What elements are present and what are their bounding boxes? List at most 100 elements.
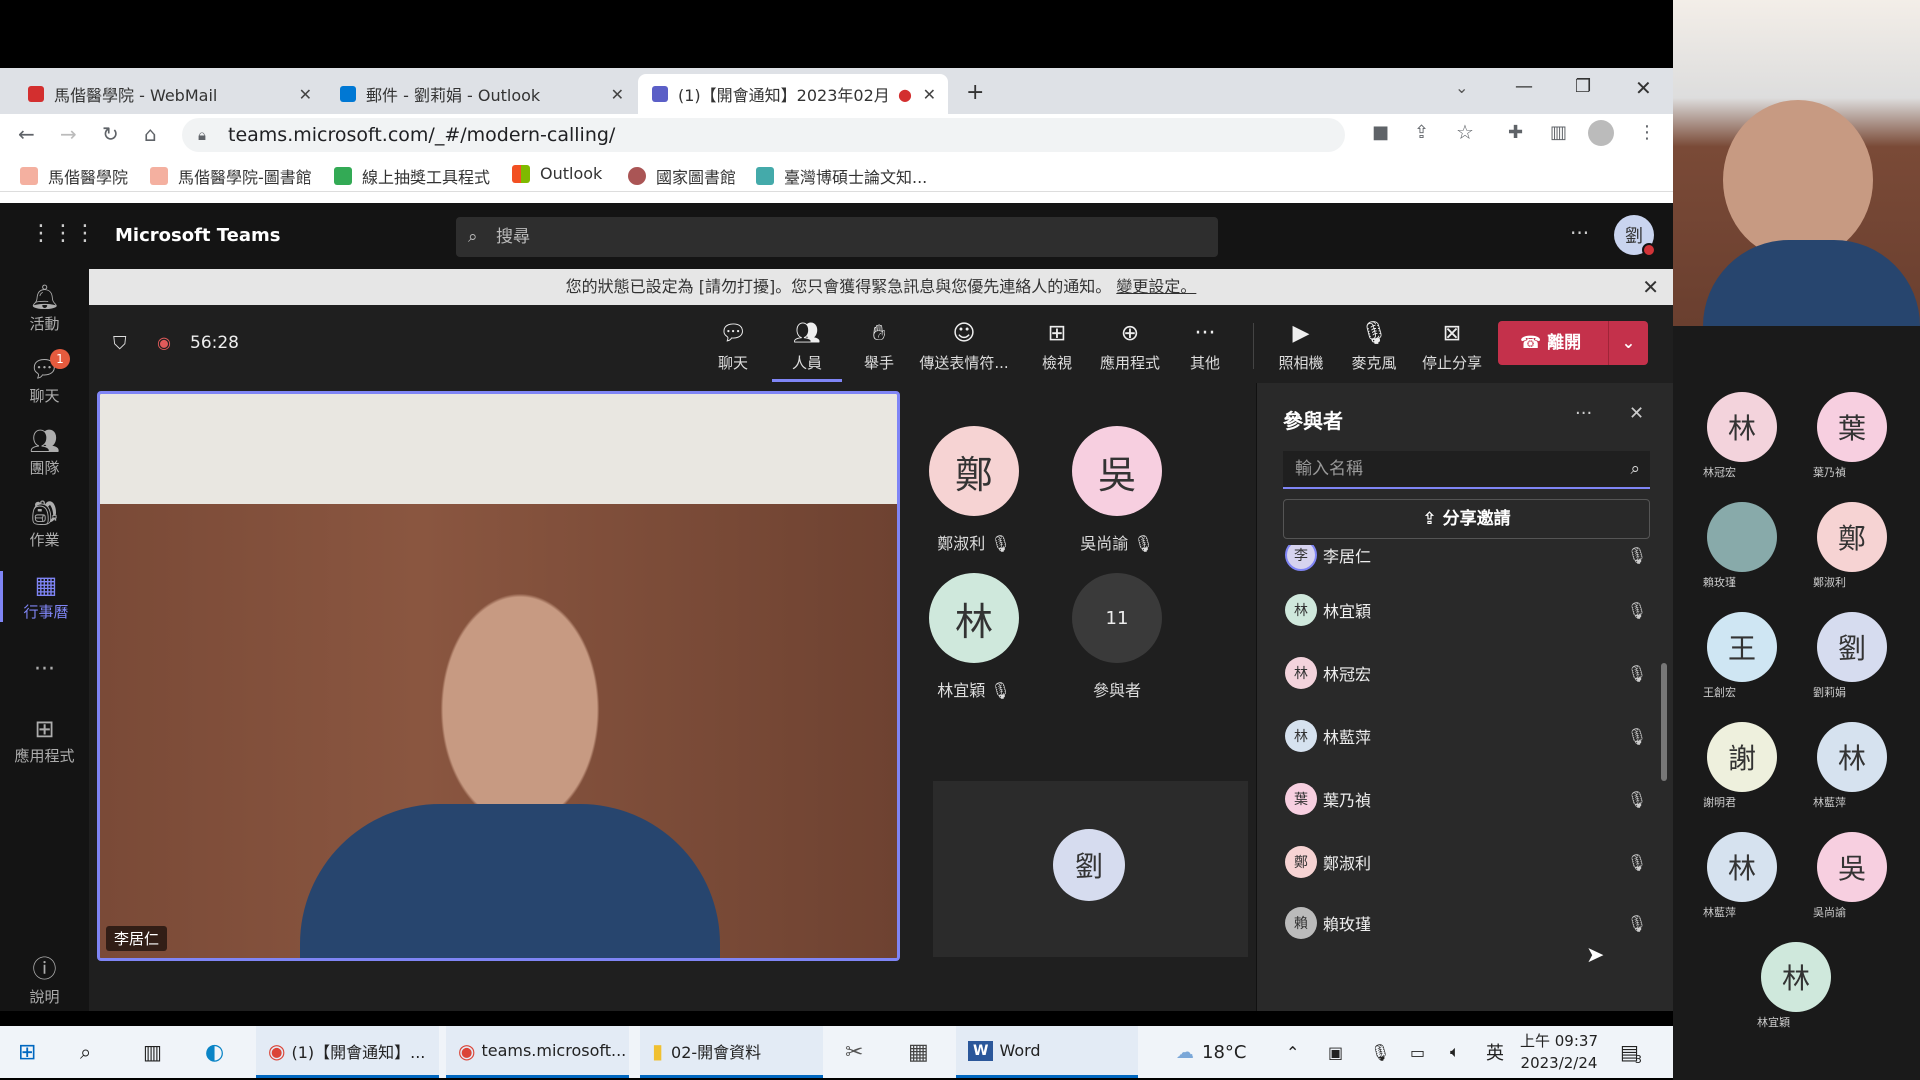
gallery-avatar[interactable]: 林: [1761, 942, 1831, 1012]
chat-button[interactable]: 💬︎ 聊天: [698, 321, 768, 373]
tab-teams-meeting[interactable]: (1)【開會通知】2023年02月 ● ✕: [638, 74, 948, 114]
raise-hand-button[interactable]: ✋︎ 舉手: [844, 321, 914, 373]
panel-more-icon[interactable]: ···: [1575, 403, 1592, 424]
weather[interactable]: ☁︎ 18°C: [1176, 1026, 1246, 1078]
close-icon[interactable]: ✕: [299, 85, 312, 104]
self-video[interactable]: [1673, 0, 1920, 326]
share-icon[interactable]: ⇪: [1414, 122, 1429, 143]
rail-apps[interactable]: ⊞ 應用程式: [0, 715, 89, 766]
new-tab-icon[interactable]: +: [966, 80, 984, 105]
rail-assignments[interactable]: 🎒︎ 作業: [0, 499, 89, 550]
leave-button[interactable]: ☎︎ 離開 ⌄: [1498, 321, 1648, 365]
close-icon[interactable]: ✕: [611, 85, 624, 104]
reload-icon[interactable]: ↻: [102, 122, 119, 146]
ime-indicator[interactable]: 英: [1486, 1026, 1504, 1078]
start-icon[interactable]: ⊞: [18, 1026, 36, 1078]
taskbar-chrome-teams[interactable]: ◉ teams.microsoft...: [446, 1026, 629, 1078]
share-invite-button[interactable]: ⇪ 分享邀請: [1283, 499, 1650, 539]
gallery-avatar[interactable]: 林: [1817, 722, 1887, 792]
network-icon[interactable]: ▭: [1410, 1026, 1425, 1078]
scrollbar[interactable]: [1661, 663, 1667, 781]
participant-row[interactable]: 葉葉乃禎 🎙︎: [1285, 779, 1655, 819]
change-settings-link[interactable]: 變更設定。: [1116, 277, 1196, 296]
reactions-button[interactable]: ☺ 傳送表情符...: [909, 321, 1019, 373]
stop-sharing-button[interactable]: ⊠ 停止分享: [1412, 321, 1492, 373]
self-preview[interactable]: 劉: [933, 781, 1248, 957]
tray-mic-icon[interactable]: 🎙︎: [1370, 1026, 1390, 1078]
calculator-icon[interactable]: ▦: [908, 1026, 929, 1078]
close-icon[interactable]: ✕: [923, 85, 936, 104]
home-icon[interactable]: ⌂: [144, 122, 157, 146]
snipping-icon[interactable]: ✂︎: [845, 1026, 863, 1078]
participant-row[interactable]: 鄭鄭淑利 🎙︎: [1285, 842, 1655, 882]
bookmark-thesis[interactable]: 臺灣博碩士論文知...: [756, 164, 927, 188]
gallery-avatar[interactable]: 劉: [1817, 612, 1887, 682]
edge-icon[interactable]: ◐: [205, 1026, 224, 1078]
view-button[interactable]: ⊞ 檢視: [1022, 321, 1092, 373]
gallery-avatar[interactable]: 吳: [1817, 832, 1887, 902]
task-view-icon[interactable]: ▥: [143, 1026, 162, 1078]
participant-search-input[interactable]: 輸入名稱 ⌕: [1283, 451, 1650, 489]
tab-webmail[interactable]: 馬偕醫學院 - WebMail ✕: [14, 74, 324, 114]
tab-search-icon[interactable]: ⌄: [1455, 78, 1468, 97]
gallery-avatar[interactable]: [1707, 502, 1777, 572]
menu-icon[interactable]: ⋮: [1638, 122, 1656, 143]
gallery-avatar[interactable]: 葉: [1817, 392, 1887, 462]
app-launcher-icon[interactable]: ⋮⋮⋮: [30, 221, 96, 246]
clock[interactable]: 上午 09:37 2023/2/24: [1520, 1026, 1598, 1078]
volume-icon[interactable]: 🔈︎: [1450, 1026, 1460, 1078]
extensions-icon[interactable]: ✚: [1508, 122, 1523, 143]
participant-tile[interactable]: 鄭 鄭淑利 🎙︎: [929, 426, 1019, 554]
gallery-avatar[interactable]: 林: [1707, 392, 1777, 462]
panel-close-icon[interactable]: ✕: [1629, 403, 1644, 424]
bookmark-lottery[interactable]: 線上抽獎工具程式: [334, 164, 490, 188]
participant-tile[interactable]: 吳 吳尚諭 🎙︎: [1072, 426, 1162, 554]
main-video[interactable]: 李居仁: [97, 391, 900, 961]
bookmark-star-icon[interactable]: ☆: [1456, 120, 1474, 144]
more-participants-tile[interactable]: 11 參與者: [1072, 573, 1162, 701]
participant-row[interactable]: 林林宜穎 🎙︎: [1285, 590, 1655, 630]
profile-icon[interactable]: [1588, 120, 1614, 146]
close-banner-icon[interactable]: ✕: [1642, 269, 1659, 305]
restore-icon[interactable]: ❐: [1575, 76, 1591, 97]
window-close-icon[interactable]: ✕: [1635, 76, 1652, 100]
forward-icon[interactable]: →: [60, 122, 77, 146]
rail-help[interactable]: ⓘ 說明: [0, 949, 89, 1007]
participant-row[interactable]: 林林藍萍 🎙︎: [1285, 716, 1655, 756]
gallery-avatar[interactable]: 王: [1707, 612, 1777, 682]
rail-more-icon[interactable]: ···: [0, 657, 89, 682]
taskbar-chrome-meeting[interactable]: ◉ (1)【開會通知】...: [256, 1026, 439, 1078]
mic-button[interactable]: 🎙︎ 麥克風: [1339, 321, 1409, 373]
camera-status-icon[interactable]: ■: [1372, 122, 1389, 143]
rail-chat[interactable]: 💬︎ 聊天 1: [0, 349, 89, 406]
back-icon[interactable]: ←: [18, 122, 35, 146]
more-button[interactable]: ··· 其他: [1170, 321, 1240, 373]
meet-now-icon[interactable]: ▣: [1328, 1026, 1343, 1078]
participant-row[interactable]: 林林冠宏 🎙︎: [1285, 653, 1655, 693]
bookmark-mmc-library[interactable]: 馬偕醫學院-圖書館: [150, 164, 312, 188]
participant-row[interactable]: 李李居仁 🎙︎: [1285, 545, 1655, 575]
bookmark-ncl[interactable]: 國家圖書館: [628, 164, 736, 188]
notifications-icon[interactable]: ▤ 3: [1620, 1026, 1642, 1078]
bookmark-mmc[interactable]: 馬偕醫學院: [20, 164, 128, 188]
gallery-avatar[interactable]: 林: [1707, 832, 1777, 902]
apps-button[interactable]: ⊕ 應用程式: [1090, 321, 1170, 373]
participant-tile[interactable]: 林 林宜穎 🎙︎: [929, 573, 1019, 701]
bookmark-outlook[interactable]: Outlook: [512, 164, 602, 183]
participant-row[interactable]: 賴賴玫瑾 🎙︎: [1285, 903, 1655, 943]
rail-teams[interactable]: 👥︎ 團隊: [0, 427, 89, 478]
search-icon[interactable]: ⌕: [80, 1026, 91, 1078]
camera-button[interactable]: ▶︎ 照相機: [1266, 321, 1336, 373]
more-options-icon[interactable]: ···: [1570, 221, 1589, 245]
leave-options-icon[interactable]: ⌄: [1608, 321, 1648, 365]
rail-activity[interactable]: 🔔︎ 活動: [0, 283, 89, 334]
search-input[interactable]: ⌕ 搜尋: [456, 217, 1218, 257]
tray-chevron-icon[interactable]: ⌃: [1286, 1026, 1299, 1078]
taskbar-folder[interactable]: ▮ 02-開會資料: [640, 1026, 823, 1078]
url-field[interactable]: 🔒︎ teams.microsoft.com/_#/modern-calling…: [182, 118, 1345, 152]
gallery-avatar[interactable]: 謝: [1707, 722, 1777, 792]
rail-calendar[interactable]: ▦ 行事曆: [0, 571, 89, 622]
people-button[interactable]: 👥︎ 人員: [772, 321, 842, 382]
side-panel-icon[interactable]: ▥: [1550, 122, 1567, 143]
minimize-icon[interactable]: —: [1515, 76, 1533, 97]
